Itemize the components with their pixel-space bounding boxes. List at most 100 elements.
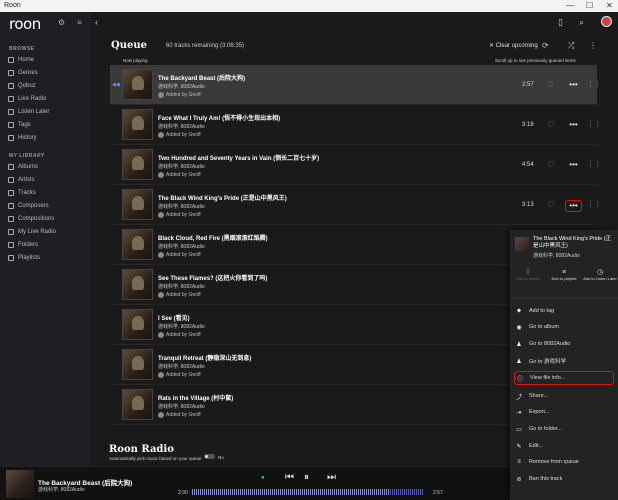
sidebar-item-playlists[interactable]: Playlists <box>8 252 88 263</box>
table-row[interactable]: Two Hundred and Seventy Years in Vain (徊… <box>110 145 601 185</box>
drag-handle-icon[interactable]: ⋮⋮ <box>587 80 601 88</box>
add-to-playlist-button[interactable]: ≡ Add to playlist <box>546 269 582 281</box>
drag-handle-icon[interactable]: ⋮⋮ <box>587 160 601 168</box>
roon-logo[interactable]: roon <box>9 15 41 33</box>
clear-upcoming-button[interactable]: ✕ Clear upcoming <box>489 42 538 49</box>
heart-icon[interactable]: ♡ <box>547 80 554 89</box>
sidebar-item-my-live-radio[interactable]: My Live Radio <box>8 226 88 237</box>
menu-item-go-to-artist-youxikexue[interactable]: ♟ Go to 游戏科学 <box>514 354 614 368</box>
home-icon <box>8 56 14 63</box>
drag-handle-icon[interactable]: ⋮⋮ <box>587 120 601 128</box>
menu-icon[interactable]: ≡ <box>75 18 84 27</box>
track-duration: 4:54 <box>522 162 534 168</box>
maximize-button[interactable]: ☐ <box>586 1 593 10</box>
sidebar-item-folders[interactable]: Folders <box>8 239 88 250</box>
drag-handle-icon[interactable]: ⋮⋮ <box>587 200 601 208</box>
pause-icon[interactable]: ⏸ <box>304 472 309 483</box>
sidebar: roon ⚙ ≡ BROWSE Home Genres Qobuz Live R… <box>0 12 91 466</box>
table-row[interactable]: The Black Wind King's Pride (正是山中黑风王) 游戏… <box>110 185 601 225</box>
now-playing-label: Now playing <box>123 58 148 63</box>
more-icon[interactable]: ••• <box>565 160 582 172</box>
menu-item-add-to-tag[interactable]: ⬥ Add to tag <box>514 304 614 318</box>
track-artist[interactable]: 游戏科学, 8082Audio <box>158 363 205 370</box>
added-by: Added by Geoff <box>158 292 201 298</box>
album-art <box>122 309 153 340</box>
search-icon[interactable]: ⌕ <box>579 17 584 28</box>
sidebar-item-genres[interactable]: Genres <box>8 67 88 78</box>
folder-icon: ▭ <box>516 426 522 433</box>
menu-item-go-to-album[interactable]: ◉ Go to album <box>514 320 614 334</box>
track-artist[interactable]: 游戏科学, 8082Audio <box>158 203 205 210</box>
elapsed-time: 2:30 <box>178 490 188 496</box>
menu-item-edit[interactable]: ✎ Edit... <box>514 439 614 453</box>
menu-item-go-to-artist-8082audio[interactable]: ♟ Go to 8082Audio <box>514 337 614 351</box>
sidebar-item-artists[interactable]: Artists <box>8 174 88 185</box>
previous-icon[interactable]: ⏮ <box>285 472 294 483</box>
sidebar-item-listen-later[interactable]: Listen Later <box>8 106 88 117</box>
person-icon: ♟ <box>516 358 522 365</box>
seek-waveform[interactable] <box>192 489 424 495</box>
library-icon: ⫼ <box>526 269 530 276</box>
now-playing-artist[interactable]: 游戏科学, 8082Audio <box>38 486 85 493</box>
track-artist[interactable]: 游戏科学, 8082Audio <box>158 163 205 170</box>
track-artist[interactable]: 游戏科学, 8082Audio <box>158 83 205 90</box>
history-icon <box>8 134 14 141</box>
sidebar-item-history[interactable]: History <box>8 132 88 143</box>
roon-radio-toggle[interactable] <box>204 454 215 459</box>
menu-item-share[interactable]: ⤴ Share... <box>514 389 614 403</box>
heart-icon[interactable]: ♡ <box>547 160 554 169</box>
sidebar-item-qobuz[interactable]: Qobuz <box>8 80 88 91</box>
table-row[interactable]: Face What I Truly Am! (悟不得小生现出本相) 游戏科学, … <box>110 105 601 145</box>
shuffle-icon[interactable]: ⤮ <box>568 41 574 51</box>
menu-album-art <box>515 237 529 251</box>
more-options-icon[interactable]: ⋮ <box>589 41 597 50</box>
album-icon: ◉ <box>516 324 522 331</box>
menu-item-export[interactable]: ⇥ Export... <box>514 405 614 419</box>
sidebar-item-home[interactable]: Home <box>8 54 88 65</box>
avatar[interactable] <box>601 16 612 27</box>
add-to-library-button[interactable]: ⫼ Add to library <box>510 269 546 281</box>
track-duration: 3:13 <box>522 202 534 208</box>
album-art <box>122 269 153 300</box>
minimize-button[interactable]: — <box>566 1 574 10</box>
bookmark-icon[interactable]: ▯ <box>558 17 563 28</box>
more-icon[interactable]: ••• <box>565 200 582 212</box>
track-artist[interactable]: 游戏科学, 8082Audio <box>158 243 205 250</box>
queue-summary: 60 tracks remaining (3:06:35) <box>166 43 245 49</box>
sidebar-item-tags[interactable]: Tags <box>8 119 88 130</box>
track-artist[interactable]: 游戏科学, 8082Audio <box>158 283 205 290</box>
track-artist[interactable]: 游戏科学, 8082Audio <box>158 123 205 130</box>
added-by: Added by Geoff <box>158 252 201 258</box>
radio-icon <box>8 95 14 102</box>
sidebar-item-live-radio[interactable]: Live Radio <box>8 93 88 104</box>
menu-item-go-to-folder[interactable]: ▭ Go to folder... <box>514 422 614 436</box>
menu-item-view-file-info[interactable]: ⓘ View file info... <box>514 371 614 385</box>
track-title: I See (看见) <box>158 316 190 322</box>
close-window-button[interactable]: ✕ <box>606 1 613 10</box>
sidebar-item-albums[interactable]: Albums <box>8 161 88 172</box>
more-icon[interactable]: ••• <box>565 80 582 92</box>
more-icon[interactable]: ••• <box>565 120 582 132</box>
heart-icon[interactable]: ♡ <box>547 200 554 209</box>
sidebar-item-tracks[interactable]: Tracks <box>8 187 88 198</box>
back-icon[interactable]: ‹ <box>95 17 98 27</box>
user-avatar-icon <box>158 92 164 98</box>
sidebar-item-composers[interactable]: Composers <box>8 200 88 211</box>
menu-item-remove-from-queue[interactable]: ≡ Remove from queue <box>514 455 614 469</box>
track-artist[interactable]: 游戏科学, 8082Audio <box>158 323 205 330</box>
menu-item-ban-track[interactable]: ⊘ Ban this track <box>514 472 614 486</box>
now-playing-art[interactable] <box>6 470 34 498</box>
track-artist[interactable]: 游戏科学, 8082Audio <box>158 403 205 410</box>
track-duration: 2:57 <box>522 82 534 88</box>
repeat-icon[interactable]: ⟳ <box>542 41 549 50</box>
next-icon[interactable]: ⏭ <box>327 472 336 483</box>
heart-icon[interactable]: ♡ <box>547 120 554 129</box>
gear-icon[interactable]: ⚙ <box>57 18 66 27</box>
table-row[interactable]: ◀◀ The Backyard Beast (后院大狗) 游戏科学, 8082A… <box>110 65 601 105</box>
signal-path-icon[interactable]: ● <box>261 475 265 481</box>
playlist-icon: ≡ <box>561 269 567 276</box>
playlist-icon <box>8 254 14 261</box>
add-to-listen-later-button[interactable]: ◷ Add to Listen Later <box>582 269 618 281</box>
sidebar-item-compositions[interactable]: Compositions <box>8 213 88 224</box>
user-avatar-icon <box>158 292 164 298</box>
